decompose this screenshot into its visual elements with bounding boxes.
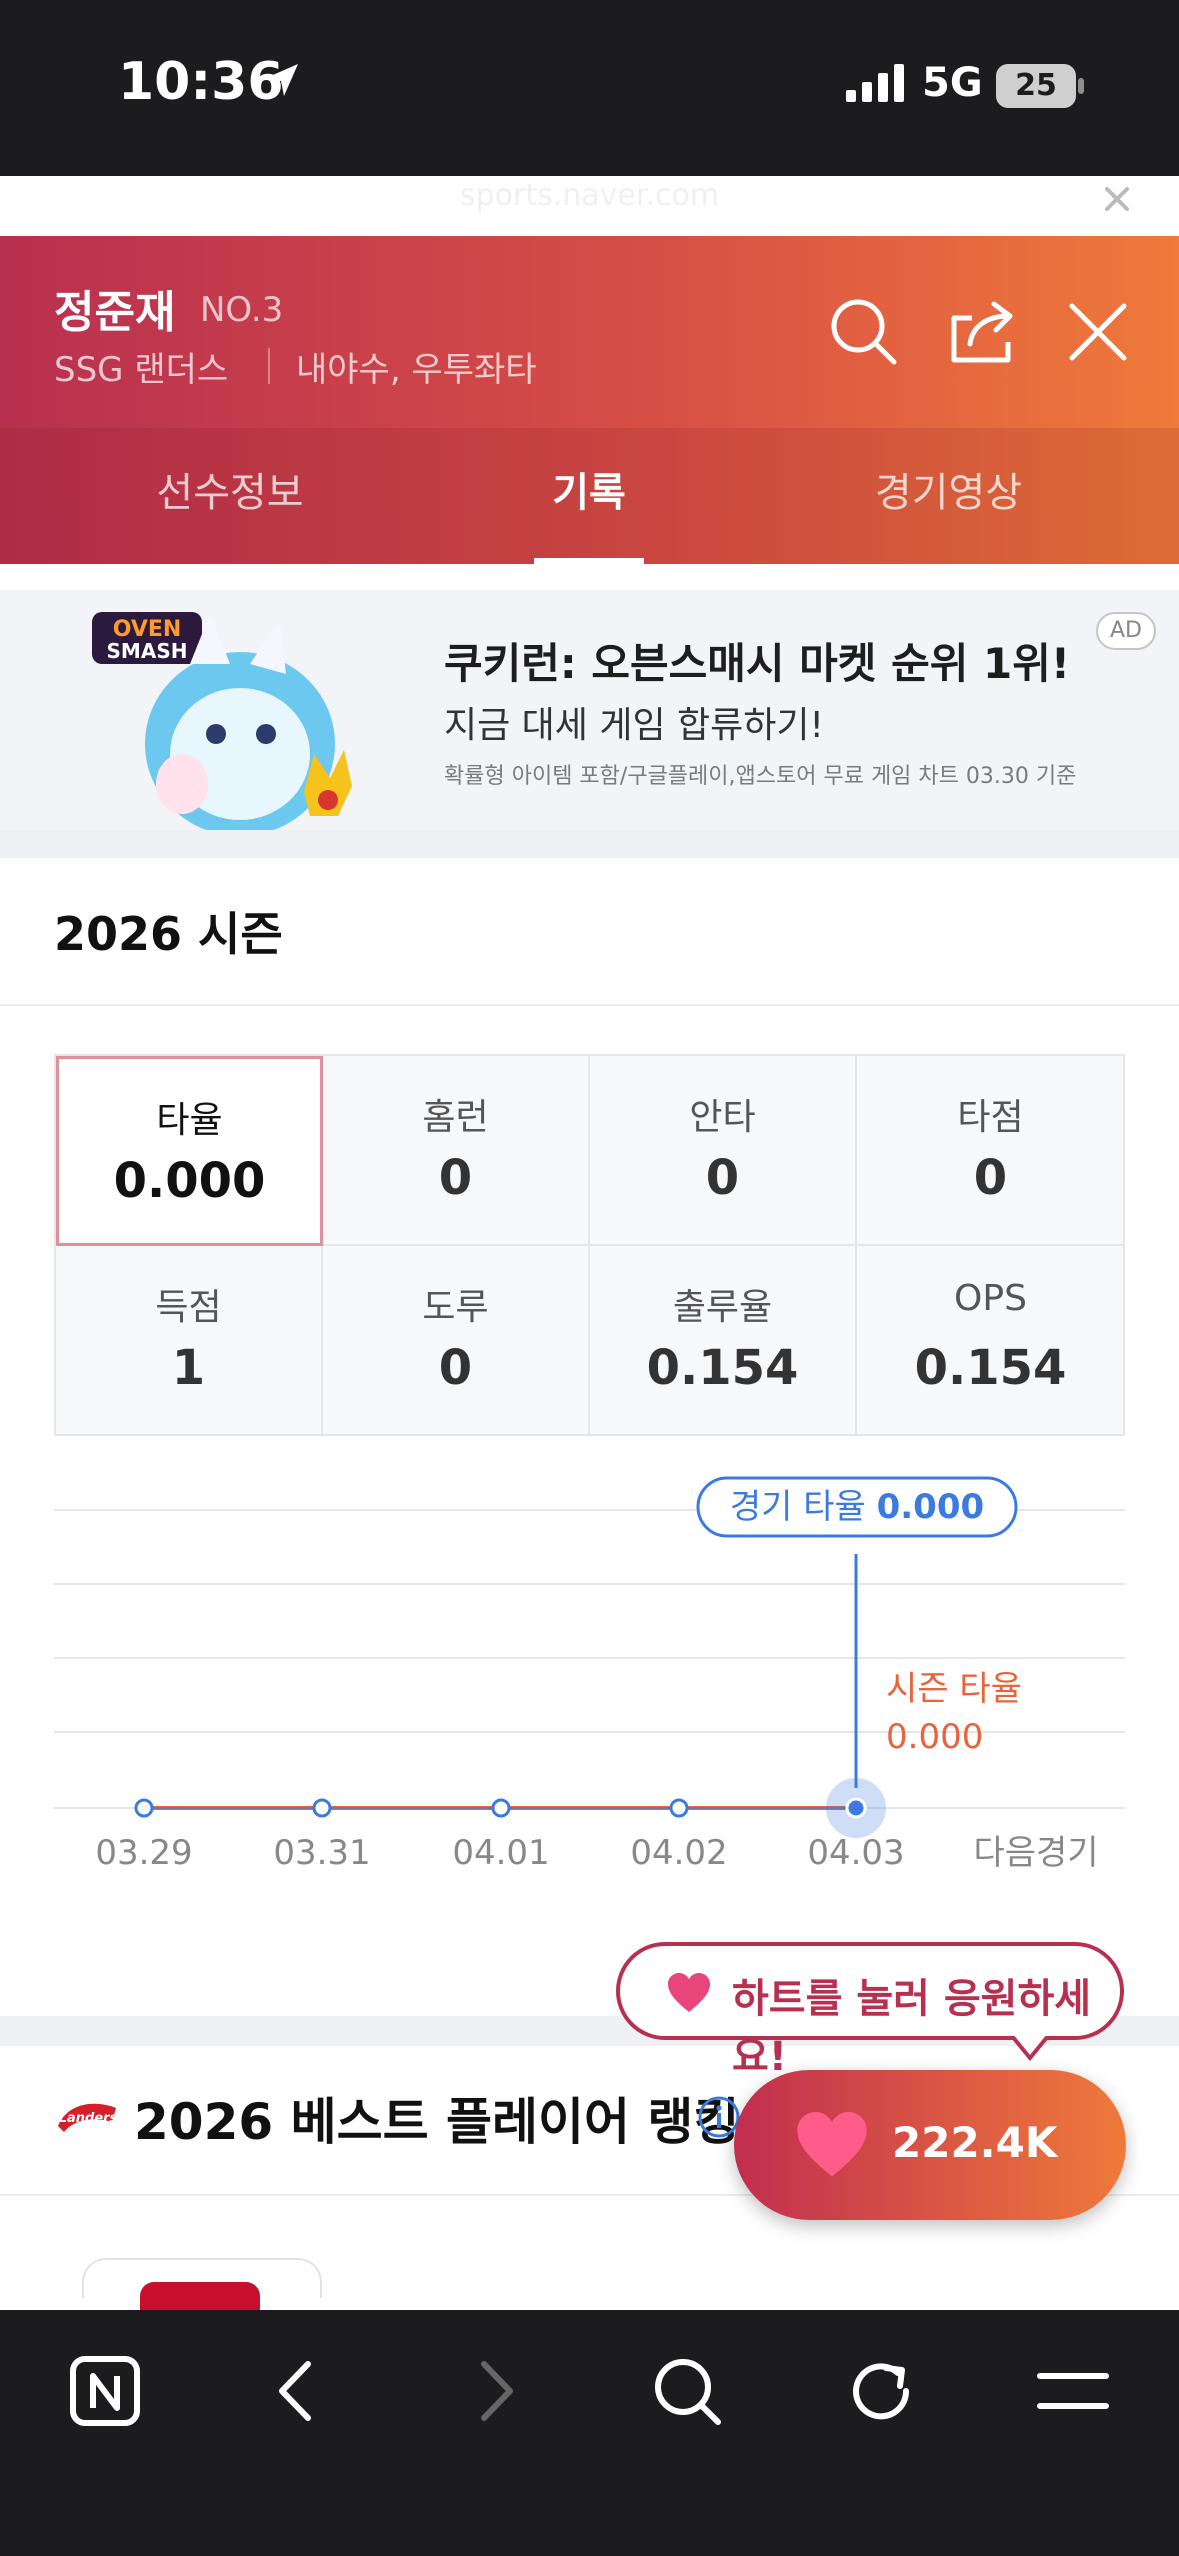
stat-value: 0	[438, 1340, 473, 1396]
player-position: 내야수, 우투좌타	[296, 350, 537, 390]
menu-icon[interactable]	[1028, 2346, 1118, 2436]
team-name: SSG 랜더스	[54, 350, 229, 390]
season-stats-grid: 타율 0.000 홈런 0 안타 0 타점 0 득점 1 도루 0 출루율 0.…	[54, 1054, 1125, 1436]
stat-cell-ops[interactable]: OPS 0.154	[857, 1246, 1124, 1436]
tab-active-indicator	[534, 558, 644, 564]
tab-player-info[interactable]: 선수정보	[0, 428, 460, 564]
cellular-signal-icon	[846, 64, 904, 102]
status-time: 10:36	[118, 52, 284, 112]
player-number: NO.3	[200, 290, 284, 330]
network-type: 5G	[922, 60, 983, 106]
stat-cell-rbi[interactable]: 타점 0	[857, 1056, 1124, 1246]
stat-label: 안타	[689, 1097, 756, 1138]
x-axis-label: 04.02	[630, 1833, 727, 1873]
stat-cell-obp[interactable]: 출루율 0.154	[590, 1246, 857, 1436]
search-icon[interactable]	[824, 292, 904, 372]
refresh-icon[interactable]	[836, 2346, 926, 2436]
naver-home-icon[interactable]	[60, 2346, 150, 2436]
search-icon[interactable]	[642, 2346, 732, 2436]
browser-toolbar	[0, 2310, 1179, 2556]
x-axis-label: 03.29	[95, 1833, 192, 1873]
chart-point[interactable]	[491, 1798, 511, 1818]
stat-label: 타율	[156, 1100, 223, 1141]
ad-banner[interactable]: OVEN SMASH 쿠키런: 오븐스매시 마켓 순위 1위! 지금 대세 게임…	[0, 590, 1179, 830]
chart-point[interactable]	[312, 1798, 332, 1818]
cheer-heart-button[interactable]: 222.4K	[734, 2070, 1126, 2220]
heart-icon	[668, 1973, 710, 2012]
stat-label: 타점	[957, 1097, 1024, 1138]
section-gap	[0, 830, 1179, 858]
x-axis-label: 03.31	[273, 1833, 370, 1873]
stat-value: 0.000	[113, 1153, 266, 1209]
close-icon[interactable]	[1058, 292, 1138, 372]
player-header: 정준재 NO.3 SSG 랜더스 내야수, 우투좌타 선수정보 기록 경기영상	[0, 236, 1179, 564]
divider	[0, 1004, 1179, 1006]
battery-icon: 25	[996, 64, 1076, 108]
chart-point[interactable]	[134, 1798, 154, 1818]
tab-bar: 선수정보 기록 경기영상	[0, 428, 1179, 564]
chart-point-selected[interactable]	[845, 1797, 867, 1819]
season-title: 2026 시즌	[54, 907, 283, 961]
svg-text:Landers: Landers	[59, 2111, 118, 2126]
url-bar[interactable]: sports.naver.com	[0, 178, 1179, 213]
stat-cell-stolen-bases[interactable]: 도루 0	[323, 1246, 590, 1436]
stat-cell-home-runs[interactable]: 홈런 0	[323, 1056, 590, 1246]
x-axis-label: 04.01	[452, 1833, 549, 1873]
heart-icon	[797, 2111, 867, 2177]
cheer-tooltip-text: 하트를 눌러 응원하세요!	[732, 1976, 1092, 2080]
x-axis-label: 04.03	[807, 1833, 904, 1873]
cheer-tooltip: 하트를 눌러 응원하세요!	[616, 1942, 1124, 2080]
season-avg-label: 시즌 타율	[886, 1669, 1022, 1709]
stat-cell-runs[interactable]: 득점 1	[56, 1246, 323, 1436]
stat-label: 홈런	[422, 1097, 489, 1138]
stat-cell-hits[interactable]: 안타 0	[590, 1056, 857, 1246]
ad-subline: 지금 대세 게임 합류하기!	[444, 705, 824, 746]
location-arrow-icon	[266, 64, 298, 96]
stat-value: 1	[171, 1340, 206, 1396]
ad-headline: 쿠키런: 오븐스매시 마켓 순위 1위!	[444, 639, 1070, 688]
status-bar: 10:36 5G 25 sports.naver.com	[0, 0, 1179, 213]
tooltip-tail	[1010, 2036, 1050, 2062]
screen: 10:36 5G 25 sports.naver.com 정준재 NO.3 SS…	[0, 0, 1179, 2556]
forward-icon[interactable]	[448, 2346, 538, 2436]
team-logo-shape	[140, 2282, 260, 2312]
stat-cell-batting-avg[interactable]: 타율 0.000	[56, 1056, 323, 1246]
ssg-landers-logo: Landers	[58, 2103, 118, 2132]
game-character-illustration: OVEN SMASH	[92, 612, 352, 830]
header-top: 정준재 NO.3 SSG 랜더스 내야수, 우투좌타	[0, 236, 1179, 428]
game-avg-tooltip-text: 경기 타율 0.000	[730, 1487, 984, 1527]
stat-label: 도루	[422, 1287, 489, 1328]
season-avg-value: 0.000	[886, 1717, 983, 1757]
divider	[268, 348, 270, 384]
stat-value: 0	[973, 1150, 1008, 1206]
ranking-title: 2026 베스트 플레이어 랭킹	[134, 2093, 740, 2151]
stat-label: 득점	[155, 1287, 222, 1328]
stat-value: 0.154	[914, 1340, 1067, 1396]
x-axis-label: 다음경기	[973, 1833, 1098, 1873]
player-name: 정준재	[54, 287, 176, 338]
ad-badge[interactable]: AD	[1096, 612, 1156, 650]
batting-average-chart[interactable]: 03.29 03.31 04.01 04.02 04.03 다음경기 경기 타율 0.00…	[0, 1460, 1179, 1880]
close-icon[interactable]	[1102, 184, 1132, 214]
tab-game-videos[interactable]: 경기영상	[718, 428, 1179, 564]
stat-label: OPS	[954, 1278, 1027, 1319]
ad-disclaimer: 확률형 아이템 포함/구글플레이,앱스토어 무료 게임 차트 03.30 기준	[444, 764, 1077, 789]
back-icon[interactable]	[254, 2346, 344, 2436]
cheer-count: 222.4K	[892, 2118, 1058, 2167]
share-icon[interactable]	[942, 292, 1022, 372]
svg-text:SMASH: SMASH	[107, 639, 188, 663]
stat-value: 0	[438, 1150, 473, 1206]
stat-value: 0	[705, 1150, 740, 1206]
battery-cap	[1078, 78, 1084, 94]
stat-value: 0.154	[646, 1340, 799, 1396]
stat-label: 출루율	[672, 1287, 773, 1328]
chart-point[interactable]	[669, 1798, 689, 1818]
tab-records[interactable]: 기록	[460, 428, 718, 564]
